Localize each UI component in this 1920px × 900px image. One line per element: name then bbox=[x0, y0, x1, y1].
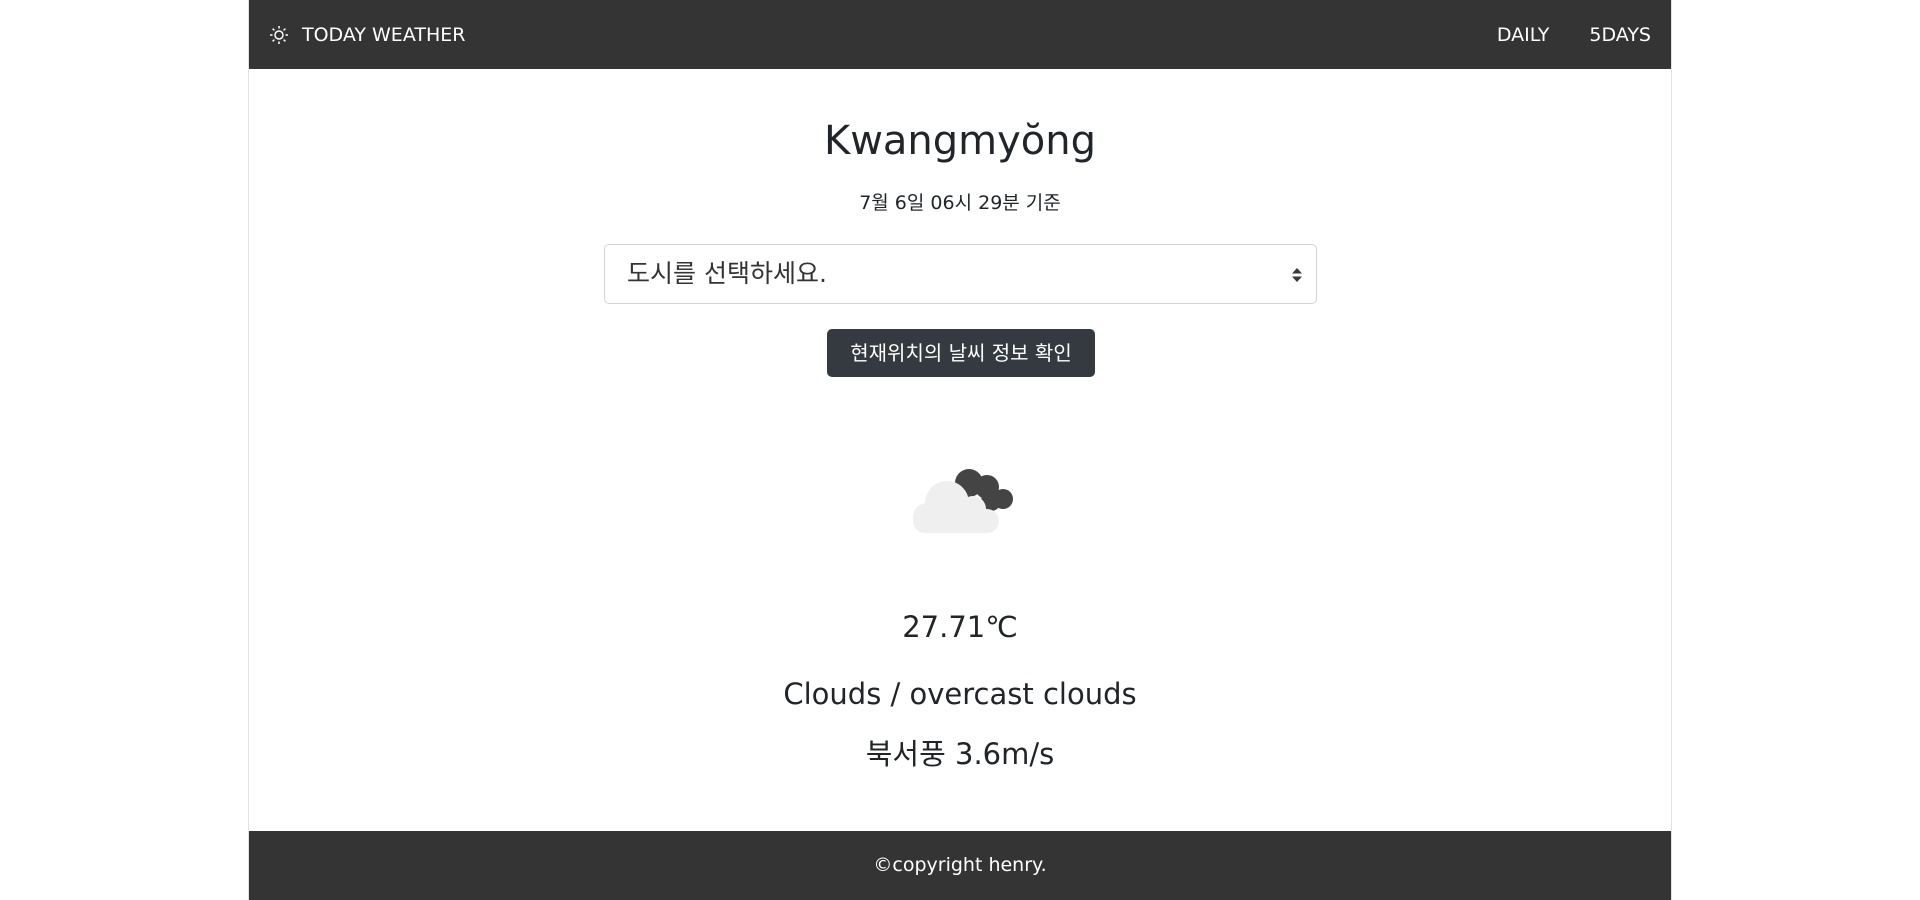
wind-info: 북서풍 3.6m/s bbox=[865, 737, 1055, 771]
current-location-weather-button[interactable]: 현재위치의 날씨 정보 확인 bbox=[827, 329, 1095, 377]
brand-label: TODAY WEATHER bbox=[302, 23, 466, 46]
city-select-value: 도시를 선택하세요. bbox=[627, 259, 827, 288]
page-frame: TODAY WEATHER DAILY 5DAYS Kwangmyŏng 7월 … bbox=[248, 0, 1672, 900]
brand-link[interactable]: TODAY WEATHER bbox=[269, 24, 465, 46]
temperature: 27.71℃ bbox=[902, 610, 1018, 644]
top-navbar: TODAY WEATHER DAILY 5DAYS bbox=[249, 0, 1671, 69]
footer: ©copyright henry. bbox=[249, 831, 1671, 900]
copyright-text: ©copyright henry. bbox=[873, 854, 1047, 876]
nav-link-daily[interactable]: DAILY bbox=[1497, 24, 1550, 46]
nav-links: DAILY 5DAYS bbox=[1497, 24, 1651, 46]
main-content: Kwangmyŏng 7월 6일 06시 29분 기준 도시를 선택하세요. 현… bbox=[249, 69, 1671, 831]
observation-timestamp: 7월 6일 06시 29분 기준 bbox=[859, 192, 1061, 214]
select-arrows-icon bbox=[1292, 267, 1302, 282]
nav-link-5days[interactable]: 5DAYS bbox=[1589, 24, 1651, 46]
overcast-clouds-icon bbox=[905, 461, 1015, 533]
city-select[interactable]: 도시를 선택하세요. bbox=[604, 244, 1317, 304]
city-name: Kwangmyŏng bbox=[823, 118, 1097, 164]
sun-icon bbox=[269, 25, 289, 45]
weather-description: Clouds / overcast clouds bbox=[783, 677, 1137, 711]
